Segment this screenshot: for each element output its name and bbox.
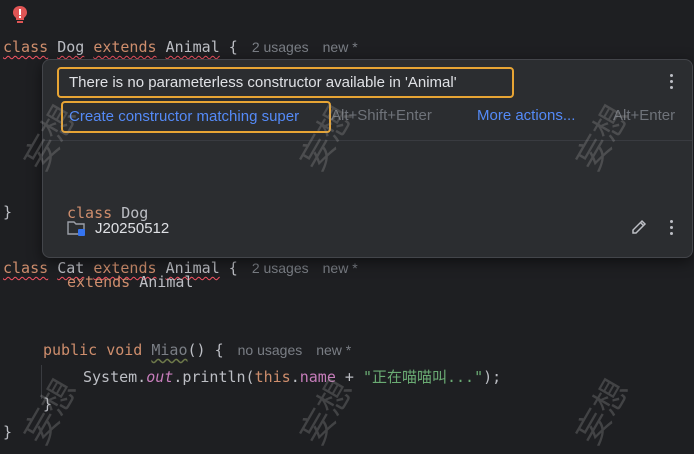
keyword-extends: extends xyxy=(67,273,131,291)
keyword-public: public xyxy=(43,341,98,359)
more-actions-shortcut: Alt+Enter xyxy=(613,107,676,124)
author-hint[interactable]: new * xyxy=(323,39,358,55)
open-brace: { xyxy=(228,38,238,56)
member-name: name xyxy=(299,368,336,386)
watermark: 妄想 xyxy=(568,372,638,452)
class-name-dog: Dog xyxy=(57,38,85,56)
module-folder-icon xyxy=(67,221,85,236)
more-options-icon[interactable] xyxy=(670,220,674,236)
usages-hint[interactable]: no usages xyxy=(238,342,303,358)
fix-shortcut: Alt+Shift+Enter xyxy=(331,107,432,124)
code-line-println[interactable]: System.out.println(this.name + "正在喵喵叫...… xyxy=(83,366,501,388)
error-popup: There is no parameterless constructor av… xyxy=(42,59,693,291)
keyword-class: class xyxy=(3,38,49,56)
indent-guide xyxy=(41,365,42,399)
more-actions-link[interactable]: More actions... xyxy=(477,101,575,131)
dot: . xyxy=(290,368,300,386)
method-parens: () xyxy=(187,341,206,359)
usages-hint[interactable]: 2 usages xyxy=(252,260,309,276)
declaration-preview: class Dog extends Animal xyxy=(67,156,193,340)
error-bulb-icon[interactable] xyxy=(11,5,29,25)
parent-class-animal: Animal xyxy=(139,273,194,291)
module-row[interactable]: J20250512 xyxy=(67,218,169,238)
keyword-void: void xyxy=(106,341,143,359)
string-literal: "正在喵喵叫..." xyxy=(362,368,484,386)
system-ref: System. xyxy=(83,368,147,386)
plus-operator: + xyxy=(335,368,363,386)
create-constructor-link[interactable]: Create constructor matching super xyxy=(61,101,331,133)
field-out: out xyxy=(146,368,174,386)
edit-pencil-icon[interactable] xyxy=(630,218,648,236)
open-brace: { xyxy=(214,341,224,359)
author-hint[interactable]: new * xyxy=(323,260,358,276)
keyword-this: this xyxy=(254,368,291,386)
keyword-extends: extends xyxy=(93,38,157,56)
open-brace: { xyxy=(228,259,238,277)
statement-end: ); xyxy=(483,368,502,386)
more-options-icon[interactable] xyxy=(670,74,674,90)
module-name: J20250512 xyxy=(95,219,170,237)
code-line-close-method[interactable]: } xyxy=(43,393,52,415)
popup-divider xyxy=(43,140,692,141)
method-name-miao: Miao xyxy=(151,341,188,359)
println-call: .println( xyxy=(173,368,255,386)
code-line-close-class[interactable]: } xyxy=(3,421,12,443)
keyword-class: class xyxy=(3,259,49,277)
usages-hint[interactable]: 2 usages xyxy=(252,39,309,55)
parent-class-animal: Animal xyxy=(165,38,220,56)
error-message: There is no parameterless constructor av… xyxy=(57,67,514,98)
code-line-method-miao[interactable]: public void Miao() { no usages new * xyxy=(43,339,351,361)
code-line-close-dog[interactable]: } xyxy=(3,201,12,223)
author-hint[interactable]: new * xyxy=(316,342,351,358)
code-line-class-dog[interactable]: class Dog extends Animal {2 usages new * xyxy=(3,36,358,58)
